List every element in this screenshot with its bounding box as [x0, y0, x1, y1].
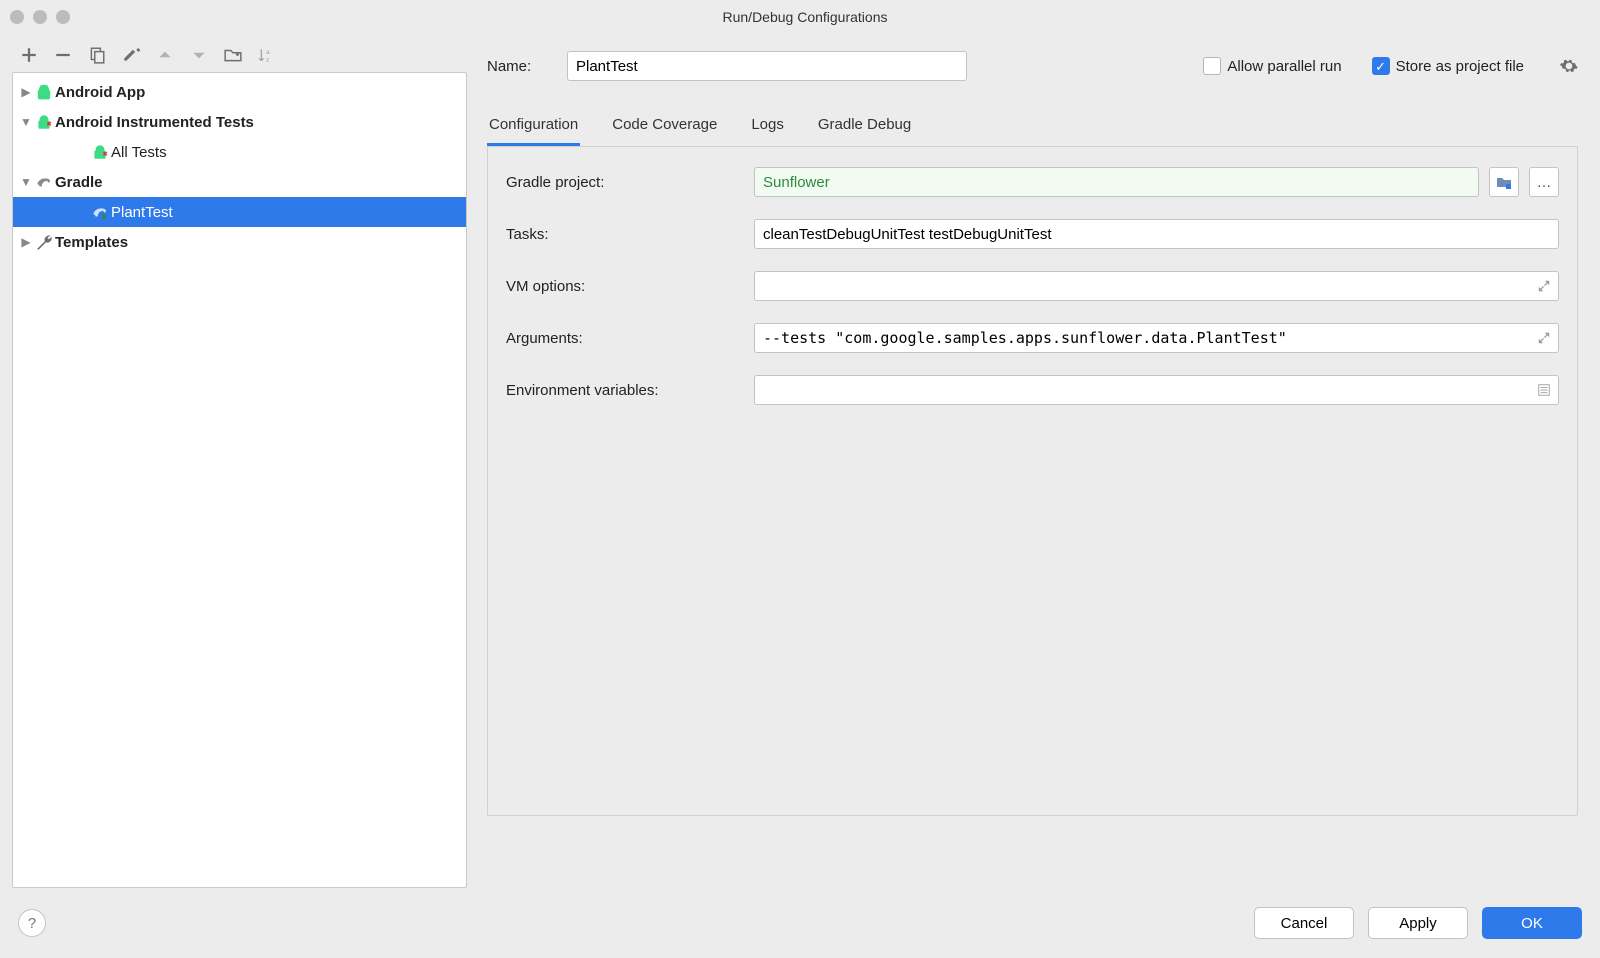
- tree-label: Templates: [55, 234, 128, 251]
- gradle-project-label: Gradle project:: [506, 174, 754, 191]
- svg-text:a: a: [266, 49, 270, 56]
- remove-config-icon[interactable]: [54, 46, 72, 64]
- tree-item-templates[interactable]: ▶ Templates: [13, 227, 466, 257]
- folder-icon[interactable]: [224, 46, 242, 64]
- tree-label: Android App: [55, 84, 145, 101]
- tasks-input[interactable]: [754, 219, 1559, 249]
- gradle-project-input[interactable]: [754, 167, 1479, 197]
- window-minimize-button[interactable]: [33, 10, 47, 24]
- arguments-label: Arguments:: [506, 330, 754, 347]
- allow-parallel-label: Allow parallel run: [1227, 58, 1341, 75]
- store-project-label: Store as project file: [1396, 58, 1524, 75]
- tree-label: Android Instrumented Tests: [55, 114, 254, 131]
- wrench-icon: [33, 233, 55, 251]
- store-settings-gear-icon[interactable]: [1554, 57, 1578, 75]
- arguments-input[interactable]: [754, 323, 1559, 353]
- tree-item-all-tests[interactable]: ▶ All Tests: [13, 137, 466, 167]
- vm-options-label: VM options:: [506, 278, 754, 295]
- tab-logs[interactable]: Logs: [749, 110, 786, 146]
- config-tabs: Configuration Code Coverage Logs Gradle …: [487, 110, 1578, 146]
- help-button[interactable]: ?: [18, 909, 46, 937]
- env-vars-input[interactable]: [754, 375, 1559, 405]
- window-title: Run/Debug Configurations: [80, 9, 1530, 25]
- tree-item-planttest[interactable]: ▶ PlantTest: [13, 197, 466, 227]
- configuration-form: Gradle project: … Tasks: VM options:: [487, 146, 1578, 816]
- titlebar: Run/Debug Configurations: [0, 0, 1600, 34]
- tree-label: PlantTest: [111, 204, 173, 221]
- tab-configuration[interactable]: Configuration: [487, 110, 580, 146]
- move-down-icon[interactable]: [190, 46, 208, 64]
- tasks-label: Tasks:: [506, 226, 754, 243]
- android-test-icon: [33, 113, 55, 131]
- tree-label: All Tests: [111, 144, 167, 161]
- android-icon: [33, 83, 55, 101]
- tree-label: Gradle: [55, 174, 103, 191]
- apply-button[interactable]: Apply: [1368, 907, 1468, 939]
- vm-options-input[interactable]: [754, 271, 1559, 301]
- window-zoom-button[interactable]: [56, 10, 70, 24]
- cancel-button[interactable]: Cancel: [1254, 907, 1354, 939]
- svg-text:z: z: [266, 57, 270, 64]
- tree-item-android-tests[interactable]: ▼ Android Instrumented Tests: [13, 107, 466, 137]
- config-tree[interactable]: ▶ Android App ▼ Android Instrumented Tes…: [12, 72, 467, 888]
- name-input[interactable]: [567, 51, 967, 81]
- tree-item-gradle[interactable]: ▼ Gradle: [13, 167, 466, 197]
- tab-code-coverage[interactable]: Code Coverage: [610, 110, 719, 146]
- copy-config-icon[interactable]: [88, 46, 106, 64]
- add-config-icon[interactable]: [20, 46, 38, 64]
- android-test-icon: [89, 143, 111, 161]
- env-vars-label: Environment variables:: [506, 382, 754, 399]
- tree-item-android-app[interactable]: ▶ Android App: [13, 77, 466, 107]
- move-up-icon[interactable]: [156, 46, 174, 64]
- gradle-run-icon: [89, 203, 111, 221]
- sort-alpha-icon[interactable]: az: [258, 46, 276, 64]
- store-project-checkbox[interactable]: Store as project file: [1372, 57, 1524, 75]
- gradle-icon: [33, 173, 55, 191]
- tab-gradle-debug[interactable]: Gradle Debug: [816, 110, 913, 146]
- ok-button[interactable]: OK: [1482, 907, 1582, 939]
- config-toolbar: az: [12, 44, 467, 72]
- allow-parallel-checkbox[interactable]: Allow parallel run: [1203, 57, 1341, 75]
- edit-gear-icon[interactable]: [122, 46, 140, 64]
- window-close-button[interactable]: [10, 10, 24, 24]
- name-label: Name:: [487, 58, 555, 75]
- gradle-project-more-button[interactable]: …: [1529, 167, 1559, 197]
- gradle-project-browse-button[interactable]: [1489, 167, 1519, 197]
